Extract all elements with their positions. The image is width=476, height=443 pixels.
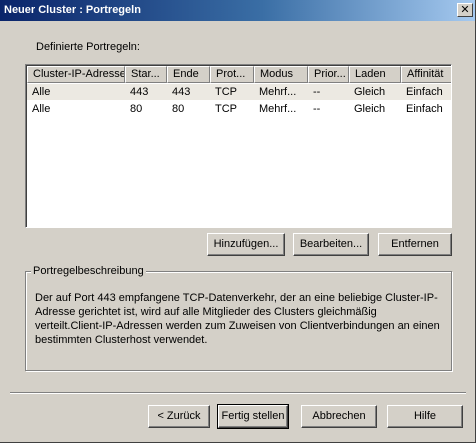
- column-header-mode[interactable]: Modus: [254, 66, 308, 83]
- add-button[interactable]: Hinzufügen...: [207, 233, 285, 256]
- cell-protocol: TCP: [215, 103, 237, 115]
- close-button[interactable]: ✕: [457, 3, 473, 17]
- cell-cluster-ip: Alle: [32, 103, 51, 115]
- cell-end: 80: [172, 103, 185, 115]
- help-button[interactable]: Hilfe: [387, 405, 463, 428]
- finish-button[interactable]: Fertig stellen: [217, 404, 289, 429]
- cell-start: 443: [130, 86, 149, 98]
- footer-separator: [10, 392, 466, 394]
- cell-mode: Mehrf...: [259, 86, 297, 98]
- column-header-start[interactable]: Star...: [125, 66, 167, 83]
- defined-rules-label: Definierte Portregeln:: [36, 41, 140, 53]
- column-header-affinity[interactable]: Affinität: [401, 66, 451, 83]
- close-icon: ✕: [460, 4, 470, 16]
- column-header-cluster-ip[interactable]: Cluster-IP-Adresse: [27, 66, 125, 83]
- remove-button[interactable]: Entfernen: [378, 233, 452, 256]
- port-rules-list[interactable]: Cluster-IP-Adresse Star... Ende Prot... …: [25, 64, 452, 228]
- cancel-button[interactable]: Abbrechen: [301, 405, 377, 428]
- cell-cluster-ip: Alle: [32, 86, 51, 98]
- cell-affinity: Einfach: [406, 86, 443, 98]
- cell-mode: Mehrf...: [259, 103, 297, 115]
- back-button[interactable]: < Zurück: [148, 405, 210, 428]
- cell-load: Gleich: [354, 86, 386, 98]
- cell-end: 443: [172, 86, 191, 98]
- rule-description-text: Der auf Port 443 empfangene TCP-Datenver…: [35, 292, 440, 346]
- column-header-load[interactable]: Laden: [349, 66, 401, 83]
- dialog-window: Neuer Cluster : Portregeln ✕ Definierte …: [0, 0, 476, 443]
- cell-priority: --: [313, 103, 321, 115]
- window-title: Neuer Cluster : Portregeln: [4, 4, 141, 16]
- list-header: Cluster-IP-Adresse Star... Ende Prot... …: [27, 66, 451, 83]
- cell-load: Gleich: [354, 103, 386, 115]
- cell-affinity: Einfach: [406, 103, 443, 115]
- table-row[interactable]: Alle 80 80 TCP Mehrf... -- Gleich Einfac…: [27, 101, 451, 117]
- column-header-end[interactable]: Ende: [167, 66, 210, 83]
- edit-button[interactable]: Bearbeiten...: [293, 233, 369, 256]
- title-bar[interactable]: Neuer Cluster : Portregeln ✕: [0, 0, 475, 21]
- cell-start: 80: [130, 103, 143, 115]
- table-row[interactable]: Alle 443 443 TCP Mehrf... -- Gleich Einf…: [27, 84, 451, 100]
- rule-description-title: Portregelbeschreibung: [31, 265, 146, 277]
- cell-priority: --: [313, 86, 321, 98]
- column-header-protocol[interactable]: Prot...: [210, 66, 254, 83]
- cell-protocol: TCP: [215, 86, 237, 98]
- column-header-priority[interactable]: Prior...: [308, 66, 349, 83]
